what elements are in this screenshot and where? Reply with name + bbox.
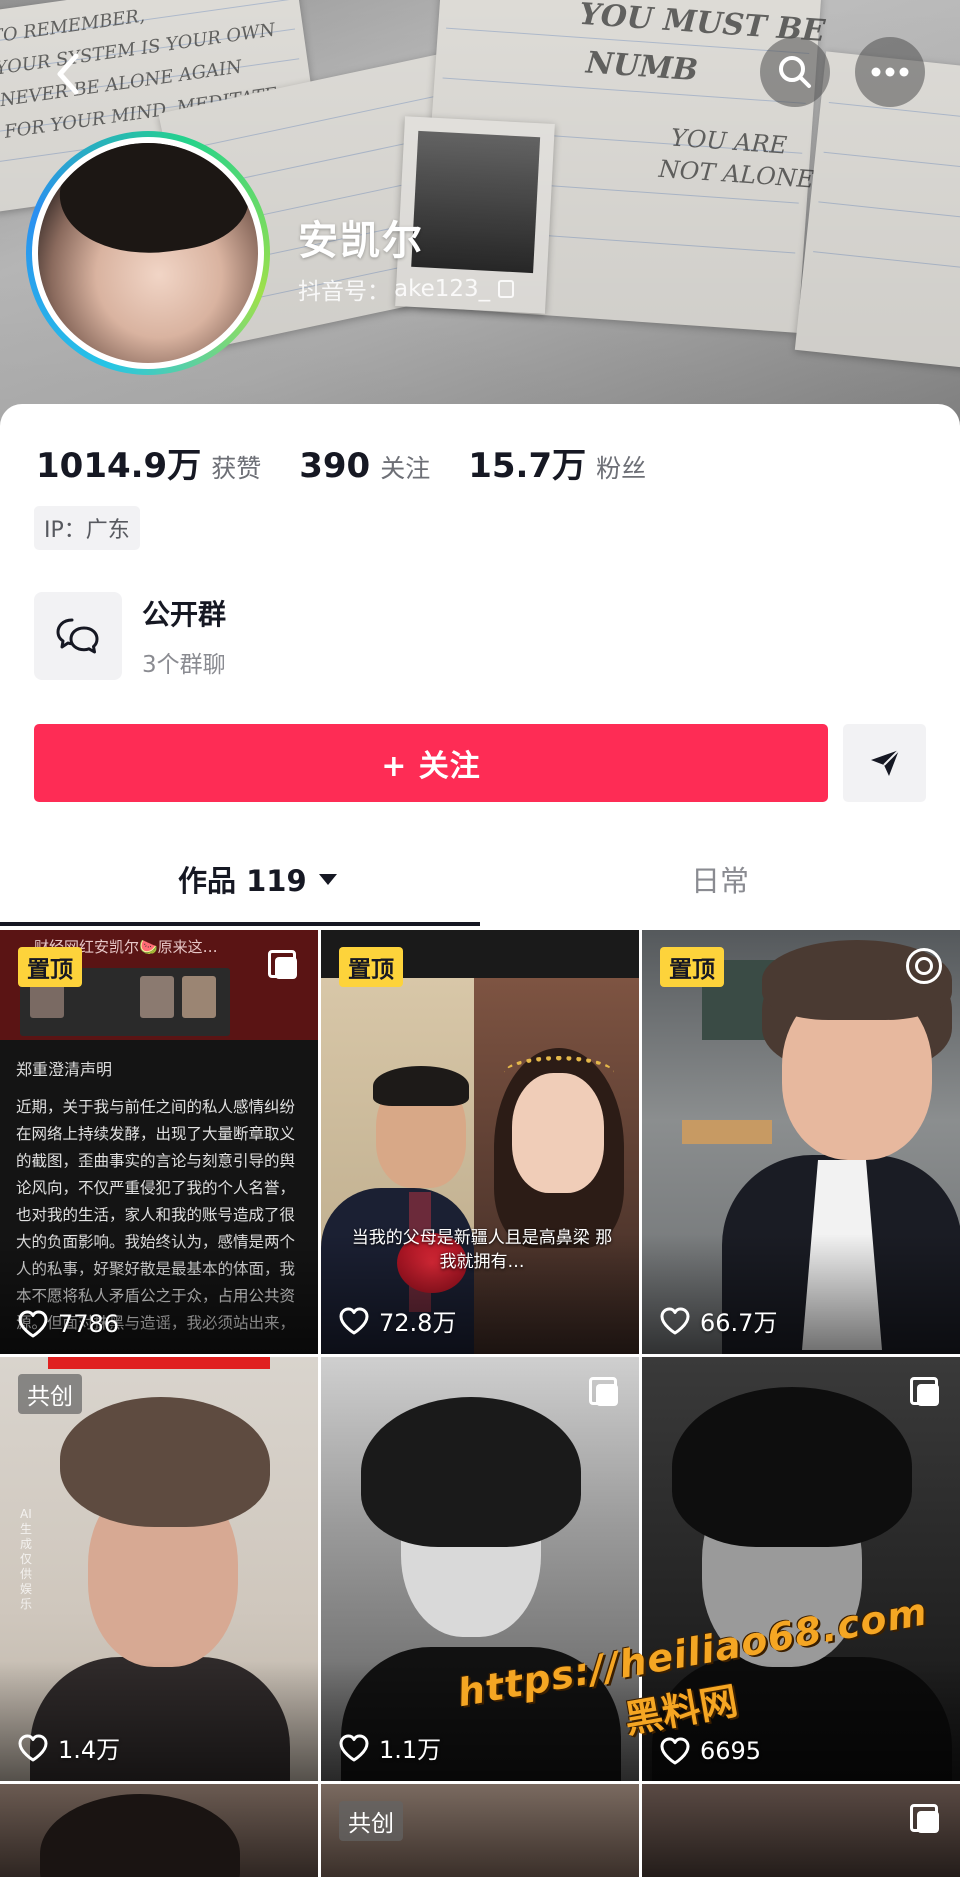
group-title: 公开群 <box>142 598 227 631</box>
stat-following-value: 390 <box>299 446 371 486</box>
stats-row: 1014.9万 获赞 390 关注 15.7万 粉丝 <box>36 438 684 487</box>
account-id-label: 抖音号： <box>298 279 390 305</box>
more-button[interactable] <box>855 37 925 107</box>
like-count-value: 7786 <box>58 1310 120 1338</box>
heart-icon <box>339 1734 369 1761</box>
collab-badge: 共创 <box>339 1801 403 1841</box>
like-count: 6695 <box>660 1737 761 1765</box>
display-name: 安凯尔 <box>298 218 424 264</box>
content-tabs: 作品 119 日常 <box>0 848 960 928</box>
multi-image-icon <box>589 1377 619 1407</box>
like-count-value: 72.8万 <box>379 1309 457 1337</box>
search-button[interactable] <box>760 37 830 107</box>
search-icon <box>779 56 811 88</box>
send-icon <box>870 749 900 776</box>
statement-title: 郑重澄清声明 <box>16 1060 113 1079</box>
copy-icon[interactable] <box>498 280 515 298</box>
stat-following[interactable]: 390 关注 <box>299 446 430 486</box>
multi-image-icon <box>268 950 298 980</box>
heart-icon <box>18 1310 48 1338</box>
tab-works[interactable]: 作品 119 <box>178 858 337 900</box>
account-id-value: ake123_ <box>394 276 491 302</box>
video-tile[interactable]: 共创 <box>321 1784 639 1877</box>
like-count: 1.4万 <box>18 1730 120 1765</box>
stat-likes-label: 获赞 <box>211 454 262 483</box>
heart-icon <box>18 1734 48 1761</box>
stat-followers-label: 粉丝 <box>596 454 647 483</box>
chevron-left-icon <box>57 53 79 95</box>
like-count-value: 1.1万 <box>379 1736 442 1764</box>
tab-works-label: 作品 119 <box>178 864 307 898</box>
video-tile[interactable] <box>642 1784 960 1877</box>
stat-likes-value: 1014.9万 <box>36 446 202 486</box>
stat-following-label: 关注 <box>380 454 431 483</box>
account-id[interactable]: 抖音号： ake123_ <box>298 272 515 306</box>
pinned-badge: 置顶 <box>339 947 403 987</box>
avatar[interactable] <box>26 131 270 375</box>
group-chat-icon-box <box>34 592 122 680</box>
follow-button[interactable]: + 关注 <box>34 724 828 802</box>
avatar-image <box>38 143 258 363</box>
tab-daily-label: 日常 <box>691 864 750 898</box>
more-dots-icon <box>871 67 909 77</box>
heart-icon <box>660 1737 690 1765</box>
heart-icon <box>660 1307 690 1334</box>
multi-image-icon <box>910 1377 940 1407</box>
like-count-value: 66.7万 <box>700 1309 778 1337</box>
video-tile[interactable]: 6695 <box>642 1357 960 1781</box>
back-button[interactable] <box>38 44 98 104</box>
video-tile[interactable] <box>0 1784 318 1877</box>
multi-image-icon <box>910 1804 940 1834</box>
stat-followers-value: 15.7万 <box>468 446 587 486</box>
profile-info-card: 1014.9万 获赞 390 关注 15.7万 粉丝 IP：广东 公开群 3个群… <box>0 404 960 924</box>
pinned-badge: 置顶 <box>660 947 724 987</box>
pinned-badge: 置顶 <box>18 947 82 987</box>
video-tile[interactable]: 置顶 66.7万 <box>642 930 960 1354</box>
video-tile[interactable]: 1.1万 <box>321 1357 639 1781</box>
video-tile[interactable]: 财经网红安凯尔🍉原来这… 郑重澄清声明 近期，关于我与前任之间的私人感情纠纷在网… <box>0 930 318 1354</box>
stat-followers[interactable]: 15.7万 粉丝 <box>468 438 646 487</box>
like-count: 1.1万 <box>339 1730 441 1765</box>
video-tile[interactable]: AI生成仅供娱乐 共创 1.4万 <box>0 1357 318 1781</box>
like-count-value: 6695 <box>700 1737 762 1765</box>
stat-likes[interactable]: 1014.9万 获赞 <box>36 438 261 487</box>
public-group-entry[interactable]: 公开群 3个群聊 <box>34 592 226 680</box>
share-button[interactable] <box>843 724 926 802</box>
profile-banner: TO REMEMBER, YOUR SYSTEM IS YOUR OWN NEV… <box>0 0 960 430</box>
video-tile[interactable]: 当我的父母是新疆人且是高鼻梁 那我就拥有… 置顶 72.8万 <box>321 930 639 1354</box>
heart-icon <box>339 1307 369 1334</box>
active-tab-indicator <box>0 922 480 926</box>
live-photo-icon <box>906 948 942 984</box>
group-subtitle: 3个群聊 <box>142 652 226 678</box>
group-chat-icon <box>56 618 99 654</box>
caret-down-icon[interactable] <box>318 873 337 885</box>
ip-location-tag: IP：广东 <box>34 506 140 550</box>
like-count: 7786 <box>18 1310 119 1338</box>
tab-daily[interactable]: 日常 <box>691 858 749 900</box>
like-count: 72.8万 <box>339 1303 456 1338</box>
video-caption: 当我的父母是新疆人且是高鼻梁 那我就拥有… <box>351 1228 613 1272</box>
collab-badge: 共创 <box>18 1374 82 1414</box>
like-count: 66.7万 <box>660 1303 777 1338</box>
like-count-value: 1.4万 <box>58 1736 121 1764</box>
